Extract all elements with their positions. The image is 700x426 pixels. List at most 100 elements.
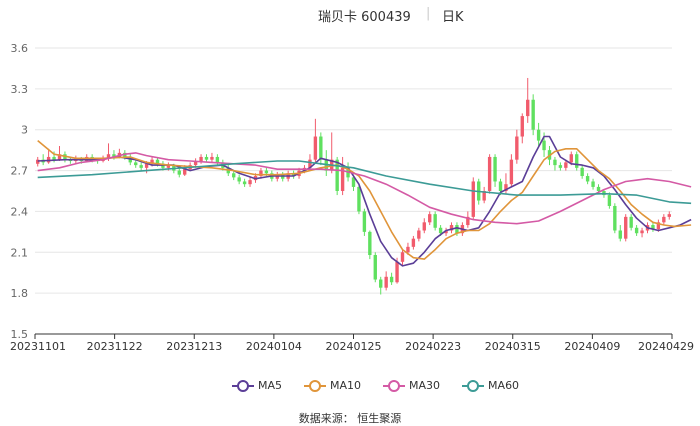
legend-item-ma10[interactable]: MA10: [304, 375, 361, 395]
legend-item-ma5[interactable]: MA5: [232, 375, 282, 395]
candle-body: [395, 261, 399, 283]
candle: [379, 276, 383, 295]
candle: [368, 230, 372, 260]
candle: [466, 211, 470, 228]
candle-body: [591, 181, 595, 187]
candle-body: [536, 129, 541, 141]
candle-body: [411, 238, 416, 247]
candle-body: [199, 156, 203, 162]
candle: [634, 225, 639, 236]
candle-body: [417, 230, 421, 239]
candle-body: [662, 216, 666, 223]
candle-body: [455, 225, 459, 234]
legend-label: MA5: [258, 378, 283, 392]
candle: [607, 192, 612, 209]
legend-swatch-icon: [232, 379, 254, 392]
candle-body: [542, 140, 546, 151]
candle: [640, 227, 644, 238]
candle-body: [183, 169, 187, 175]
candle-body: [640, 230, 644, 234]
y-tick-label: 3: [21, 124, 28, 137]
candle-body: [379, 279, 383, 288]
candle-body: [667, 214, 671, 217]
candle: [422, 218, 426, 234]
candle-body: [471, 181, 475, 217]
candle-body: [585, 176, 590, 182]
candle: [624, 214, 628, 242]
candle: [41, 154, 45, 166]
candle: [373, 252, 377, 283]
candle-body: [433, 214, 437, 228]
candle: [651, 222, 655, 232]
candle: [384, 271, 388, 291]
candle: [575, 151, 579, 171]
candle: [482, 186, 486, 204]
candle-body: [264, 170, 269, 174]
y-axis-ticks: 1.51.82.12.42.733.33.6: [11, 42, 29, 341]
candle: [493, 154, 497, 187]
candle-body: [313, 136, 318, 160]
candle-body: [134, 162, 138, 166]
legend-swatch-icon: [383, 379, 406, 392]
candle-body: [248, 180, 252, 185]
y-tick-label: 2.1: [11, 246, 29, 259]
y-tick-label: 3.6: [11, 42, 29, 55]
candle-body: [498, 181, 503, 191]
candle: [580, 165, 584, 179]
candle-body: [634, 227, 639, 234]
candle: [139, 162, 143, 171]
candle: [248, 177, 252, 187]
x-tick-label: 20240315: [485, 340, 541, 353]
candle: [417, 227, 421, 242]
legend: MA5 MA10 MA30 MA60: [232, 375, 519, 395]
candle: [433, 211, 437, 231]
candle-body: [520, 116, 524, 137]
candle: [591, 178, 595, 190]
legend-swatch-icon: [304, 379, 327, 392]
candle-body: [438, 227, 443, 234]
candle-body: [210, 156, 214, 160]
legend-item-ma30[interactable]: MA30: [383, 375, 440, 395]
candle-body: [177, 170, 181, 175]
candle: [313, 118, 318, 163]
moving-average-lines: [37, 135, 692, 267]
x-tick-label: 20231213: [166, 340, 222, 353]
candle: [471, 177, 475, 220]
candle-body: [242, 181, 247, 185]
x-tick-label: 20231101: [10, 340, 66, 353]
candle: [449, 222, 454, 234]
x-tick-label: 20240429: [638, 340, 694, 353]
candle: [487, 154, 492, 194]
candle-body: [575, 154, 579, 168]
x-tick-label: 20240223: [405, 340, 461, 353]
candle-body: [368, 231, 372, 256]
candle-body: [613, 205, 617, 231]
candle: [242, 178, 247, 187]
candle-body: [515, 136, 519, 160]
legend-item-ma60[interactable]: MA60: [462, 375, 519, 395]
kline-chart: 1.51.82.12.42.733.33.6 20231101 20231122 2…: [10, 42, 694, 353]
candle: [57, 146, 62, 162]
candle: [330, 132, 334, 174]
candle: [428, 211, 432, 226]
data-source: 数据来源： 恒生聚源: [298, 412, 402, 425]
x-tick-label: 20240409: [564, 340, 620, 353]
x-tick-label: 20231122: [87, 340, 143, 353]
candle: [177, 167, 181, 178]
legend-label: MA30: [409, 378, 441, 392]
candle-body: [618, 230, 622, 239]
candle: [509, 154, 514, 187]
y-tick-label: 3.3: [11, 83, 29, 96]
x-tick-label: 20240104: [246, 340, 302, 353]
candle-body: [509, 159, 514, 185]
candle-body: [629, 216, 633, 228]
candle-body: [319, 136, 323, 160]
candle: [553, 156, 557, 171]
candle-body: [139, 165, 143, 168]
y-tick-label: 2.7: [11, 165, 29, 178]
y-tick-label: 2.4: [11, 205, 29, 218]
candle: [324, 150, 328, 177]
candle: [536, 122, 541, 147]
candle-body: [531, 99, 535, 130]
candle-body: [357, 186, 361, 212]
